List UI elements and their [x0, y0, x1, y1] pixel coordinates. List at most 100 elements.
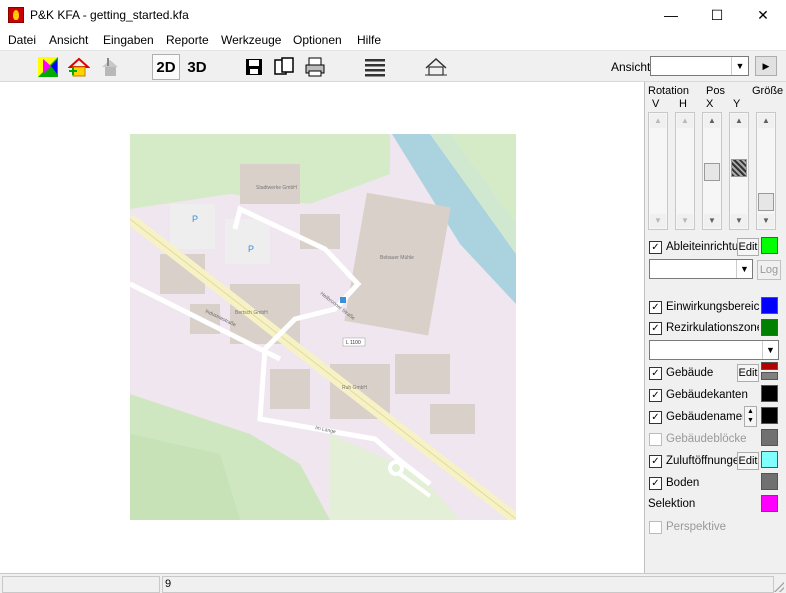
- view-3d-button[interactable]: 3D: [183, 54, 211, 80]
- pos-x-scrollbar[interactable]: ▲ ▼: [702, 112, 722, 230]
- zuluft-color-swatch[interactable]: [761, 451, 778, 468]
- scroll-thumb[interactable]: [731, 159, 747, 177]
- einwirkung-color-swatch[interactable]: [761, 297, 778, 314]
- status-pane-1: [2, 576, 160, 593]
- namen-label: Gebäudenamen: [666, 411, 743, 423]
- namen-color-swatch[interactable]: [761, 407, 778, 424]
- log-button[interactable]: Log: [757, 260, 781, 280]
- menu-reporte[interactable]: Reporte: [166, 33, 209, 47]
- resize-grip-icon[interactable]: [774, 582, 784, 592]
- zuluft-row: ✓ Zuluftöffnunge: [649, 452, 737, 470]
- boden-row: ✓ Boden: [649, 474, 759, 492]
- road-number-label: L 1100: [346, 340, 361, 346]
- scroll-up-icon[interactable]: ▲: [650, 114, 666, 128]
- play-icon: ▶: [762, 61, 770, 71]
- save-icon[interactable]: [241, 54, 267, 80]
- rotation-h-scrollbar[interactable]: ▲ ▼: [675, 112, 695, 230]
- menu-ansicht[interactable]: Ansicht: [49, 33, 88, 47]
- map-drawing: Industriestraße Heilbronner Straße Im La…: [130, 134, 516, 520]
- namen-checkbox[interactable]: ✓: [649, 410, 662, 424]
- zuluft-label: Zuluftöffnunge: [666, 455, 737, 467]
- ableit-label: Ableiteinrichtu: [666, 241, 737, 253]
- rezirk-checkbox[interactable]: ✓: [649, 321, 662, 335]
- scroll-down-icon[interactable]: ▼: [758, 214, 774, 228]
- gebaeude-checkbox[interactable]: ✓: [649, 366, 662, 380]
- play-button[interactable]: ▶: [755, 56, 777, 76]
- scroll-thumb[interactable]: [758, 193, 774, 211]
- menu-bar: Datei Ansicht Eingaben Reporte Werkzeuge…: [0, 30, 786, 51]
- ansicht-select[interactable]: ▼: [650, 56, 749, 76]
- groesse-header: Größe: [752, 85, 784, 97]
- building-label-stadtwerke: Stadtwerke GmbH: [256, 185, 297, 191]
- zuluft-edit-button[interactable]: Edit: [737, 452, 759, 470]
- minimize-button[interactable]: —: [648, 0, 694, 30]
- kanten-color-swatch[interactable]: [761, 385, 778, 402]
- menu-datei[interactable]: Datei: [8, 33, 36, 47]
- house-outline-icon[interactable]: [423, 54, 449, 80]
- menu-eingaben[interactable]: Eingaben: [103, 33, 154, 47]
- color-map-icon[interactable]: [35, 54, 61, 80]
- boden-checkbox[interactable]: ✓: [649, 476, 662, 490]
- pos-y-scrollbar[interactable]: ▲ ▼: [729, 112, 749, 230]
- chevron-down-icon: ▼: [736, 260, 752, 278]
- title-bar: P&K KFA - getting_started.kfa — ☐ ✕: [0, 0, 786, 30]
- menu-werkzeuge[interactable]: Werkzeuge: [221, 33, 281, 47]
- maximize-button[interactable]: ☐: [694, 0, 740, 30]
- add-building-icon[interactable]: [66, 54, 92, 80]
- ableit-color-swatch[interactable]: [761, 237, 778, 254]
- gebaeude-color-swatch-bottom[interactable]: [761, 372, 778, 380]
- menu-hilfe[interactable]: Hilfe: [357, 33, 381, 47]
- h-header: H: [679, 98, 687, 110]
- zuluft-checkbox[interactable]: ✓: [649, 454, 662, 468]
- gebaeude-color-swatch-top[interactable]: [761, 362, 778, 370]
- status-pane-2: 9: [162, 576, 774, 593]
- ansicht-label: Ansicht:: [611, 60, 654, 74]
- map-image: Industriestraße Heilbronner Straße Im La…: [130, 134, 516, 520]
- close-button[interactable]: ✕: [740, 0, 786, 30]
- svg-text:P: P: [248, 244, 254, 254]
- gebaeude-row: ✓ Gebäude: [649, 364, 737, 382]
- scroll-up-icon[interactable]: ▲: [704, 114, 720, 128]
- kanten-label: Gebäudekanten: [666, 389, 748, 401]
- rezirk-color-swatch[interactable]: [761, 319, 778, 336]
- scroll-up-icon[interactable]: ▲: [758, 114, 774, 128]
- scroll-down-icon[interactable]: ▼: [677, 214, 693, 228]
- perspektive-checkbox[interactable]: [649, 520, 662, 534]
- ableit-combo[interactable]: ▼: [649, 259, 753, 279]
- menu-optionen[interactable]: Optionen: [293, 33, 342, 47]
- selektion-color-swatch[interactable]: [761, 495, 778, 512]
- groesse-scrollbar[interactable]: ▲ ▼: [756, 112, 776, 230]
- view-2d-button[interactable]: 2D: [152, 54, 180, 80]
- pos-header: Pos: [706, 85, 725, 97]
- namen-spin-button[interactable]: ▲ ▼: [744, 406, 757, 427]
- kanten-checkbox[interactable]: ✓: [649, 388, 662, 402]
- boden-color-swatch[interactable]: [761, 473, 778, 490]
- building-label-ruh: Ruh GmbH: [342, 385, 367, 391]
- ableit-checkbox[interactable]: ✓: [649, 240, 662, 254]
- copy-icon[interactable]: [271, 54, 297, 80]
- svg-text:P: P: [192, 214, 198, 224]
- drawing-canvas[interactable]: Industriestraße Heilbronner Straße Im La…: [0, 82, 645, 573]
- scroll-down-icon[interactable]: ▼: [731, 214, 747, 228]
- bloecke-color-swatch[interactable]: [761, 429, 778, 446]
- remove-building-icon[interactable]: [97, 54, 123, 80]
- einwirkung-checkbox[interactable]: ✓: [649, 300, 662, 314]
- v-header: V: [652, 98, 660, 110]
- scroll-down-icon[interactable]: ▼: [704, 214, 720, 228]
- scroll-up-icon[interactable]: ▲: [677, 114, 693, 128]
- view-3d-label: 3D: [187, 58, 207, 76]
- gebaeude-edit-button[interactable]: Edit: [737, 364, 759, 382]
- scroll-up-icon[interactable]: ▲: [731, 114, 747, 128]
- bloecke-checkbox[interactable]: [649, 432, 662, 446]
- einwirkung-label: Einwirkungsbereich: [666, 301, 759, 313]
- rotation-v-scrollbar[interactable]: ▲ ▼: [648, 112, 668, 230]
- toolbar: 2D 3D Ansicht: ▼ ▶: [0, 51, 786, 82]
- scroll-thumb[interactable]: [704, 163, 720, 181]
- list-icon[interactable]: [362, 54, 388, 80]
- chevron-down-icon: ▼: [731, 57, 748, 75]
- boden-label: Boden: [666, 477, 700, 489]
- rezirk-combo[interactable]: ▼: [649, 340, 779, 360]
- scroll-down-icon[interactable]: ▼: [650, 214, 666, 228]
- print-icon[interactable]: [302, 54, 328, 80]
- ableit-edit-button[interactable]: Edit: [737, 238, 759, 256]
